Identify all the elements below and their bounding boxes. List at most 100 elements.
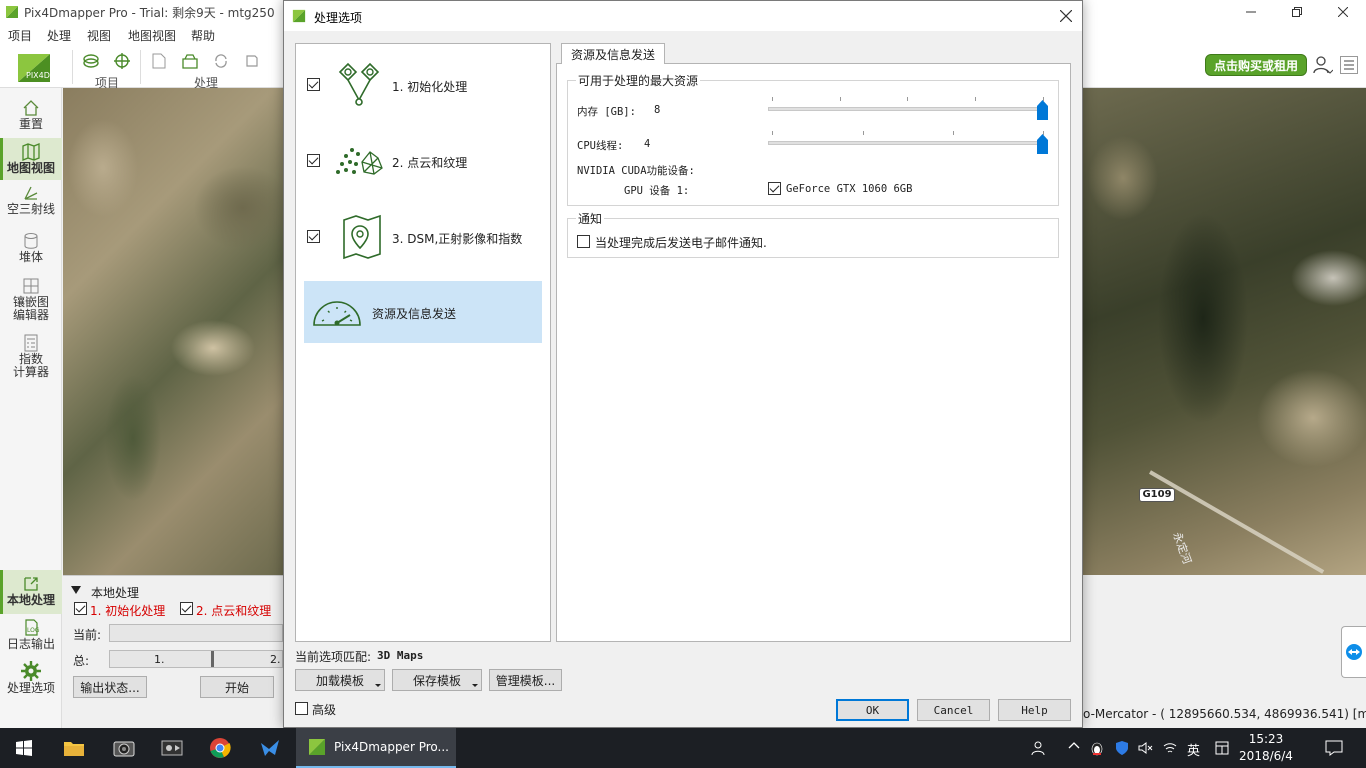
sidebar-item-label: 重置: [18, 117, 43, 131]
toolbar-process-1[interactable]: [148, 50, 170, 72]
buy-or-rent-button[interactable]: 点击购买或租用: [1205, 54, 1307, 76]
ok-button[interactable]: OK: [836, 699, 909, 721]
satellite-map-right[interactable]: [1083, 88, 1366, 575]
taskbar-camera-app[interactable]: [102, 728, 146, 768]
toolbar-process-2[interactable]: [179, 50, 201, 72]
tray-ime-language[interactable]: 英: [1187, 740, 1200, 759]
cpu-slider-thumb[interactable]: [1037, 134, 1048, 154]
email-notify-label: 当处理完成后发送电子邮件通知.: [595, 236, 767, 250]
cpu-slider[interactable]: [768, 131, 1052, 154]
tray-security[interactable]: [1114, 740, 1130, 760]
help-button[interactable]: Help: [998, 699, 1071, 721]
log-icon: LOG: [25, 619, 40, 636]
resources-group: 可用于处理的最大资源 内存 [GB]: 8 CPU线程: 4 NVIDIA CU…: [567, 72, 1059, 206]
menu-view[interactable]: 视图: [87, 27, 111, 44]
close-icon: [1060, 10, 1072, 22]
start-button[interactable]: 开始: [200, 676, 274, 698]
step2-label: 2. 点云和纹理: [196, 604, 272, 618]
sidebar-item-local-processing[interactable]: 本地处理: [0, 570, 62, 614]
step-dsm-ortho[interactable]: 3. DSM,正射影像和指数: [304, 206, 542, 268]
dialog-close-button[interactable]: [1054, 4, 1078, 28]
sidebar-item-label: 地图视图: [6, 161, 55, 175]
step3-checkbox[interactable]: [307, 230, 320, 243]
sidebar-item-index-calculator[interactable]: 指数 计算器: [0, 333, 62, 387]
load-template-button[interactable]: 加载模板: [295, 669, 385, 691]
toolbar-separator: [140, 50, 141, 84]
taskbar-file-explorer[interactable]: [52, 728, 96, 768]
app-close-button[interactable]: [1320, 0, 1366, 24]
dropdown-arrow-icon: [472, 684, 478, 687]
step2-checkbox[interactable]: [180, 602, 193, 615]
tab-resources-notifications[interactable]: 资源及信息发送: [561, 43, 665, 64]
show-hidden-icons-button[interactable]: [1068, 740, 1080, 756]
email-notify-checkbox[interactable]: [577, 235, 590, 248]
cpu-value: 4: [644, 138, 651, 150]
advanced-checkbox[interactable]: [295, 702, 308, 715]
sidebar-item-reset[interactable]: 重置: [0, 98, 62, 138]
map-pin-icon: [343, 214, 381, 260]
tray-qq[interactable]: [1089, 740, 1105, 760]
tab-content: 可用于处理的最大资源 内存 [GB]: 8 CPU线程: 4 NVIDIA CU…: [556, 63, 1071, 642]
taskbar-media-app[interactable]: [150, 728, 194, 768]
sidebar-item-map-view[interactable]: 地图视图: [0, 138, 62, 180]
taskbar-feishu-app[interactable]: [248, 728, 292, 768]
sidebar-item-rays[interactable]: 空三射线: [0, 183, 62, 223]
toolbar-target[interactable]: [111, 50, 133, 72]
sidebar-item-label: 空三射线: [6, 202, 55, 216]
taskbar-pix4d-label: Pix4Dmapper Pro...: [334, 740, 449, 754]
save-template-button[interactable]: 保存模板: [392, 669, 482, 691]
left-sidebar: 重置 地图视图 空三射线 堆体 镶嵌图 编辑器 指数 计算器 本地处理 LOG …: [0, 88, 62, 728]
menu-map-view[interactable]: 地图视图: [128, 27, 176, 44]
sidebar-item-log-output[interactable]: LOG 日志输出: [0, 618, 62, 658]
tray-network[interactable]: [1162, 740, 1178, 760]
action-center-button[interactable]: [1325, 740, 1343, 760]
total-progress-bar: 1. 2.: [109, 650, 283, 668]
menu-help[interactable]: 帮助: [191, 27, 215, 44]
people-button[interactable]: [1030, 740, 1046, 760]
step2-checkbox[interactable]: [307, 154, 320, 167]
panel-menu-button[interactable]: [1340, 56, 1358, 74]
collapse-icon[interactable]: [71, 586, 81, 594]
step1-label: 1. 初始化处理: [90, 604, 166, 618]
toolbar-process-3[interactable]: [210, 50, 232, 72]
gpu-checkbox[interactable]: [768, 182, 781, 195]
step-resources-notifications[interactable]: 资源及信息发送: [304, 281, 542, 343]
cancel-button[interactable]: Cancel: [917, 699, 990, 721]
output-status-button[interactable]: 输出状态...: [73, 676, 147, 698]
satellite-map-left[interactable]: [63, 88, 283, 575]
taskbar-chrome[interactable]: [198, 728, 242, 768]
minimize-icon: [1246, 11, 1256, 13]
export-icon: [24, 577, 38, 591]
step1-checkbox[interactable]: [307, 78, 320, 91]
step-initial-processing[interactable]: 1. 初始化处理: [304, 54, 542, 116]
taskbar-pix4d-window[interactable]: Pix4Dmapper Pro...: [296, 728, 456, 768]
toolbar-process-4[interactable]: [241, 50, 263, 72]
svg-text:PIX4D: PIX4D: [26, 71, 50, 80]
manage-template-button[interactable]: 管理模板...: [489, 669, 562, 691]
start-menu-button[interactable]: [0, 728, 48, 768]
step1-checkbox[interactable]: [74, 602, 87, 615]
system-clock[interactable]: 15:23 2018/6/4: [1236, 731, 1296, 765]
menu-process[interactable]: 处理: [47, 27, 71, 44]
menu-project[interactable]: 项目: [8, 27, 32, 44]
current-progress-bar: [109, 624, 283, 642]
coordinates-readout: o-Mercator - ( 12895660.534, 4869936.541…: [1083, 707, 1366, 721]
sidebar-item-mosaic-editor[interactable]: 镶嵌图 编辑器: [0, 276, 62, 330]
toolbar-new-project[interactable]: [80, 50, 102, 72]
sidebar-item-volumes[interactable]: 堆体: [0, 231, 62, 273]
sidebar-item-processing-options[interactable]: 处理选项: [0, 660, 62, 702]
notification-group: 通知 当处理完成后发送电子邮件通知.: [567, 210, 1059, 258]
dialog-titlebar[interactable]: 处理选项: [284, 1, 1082, 31]
tray-volume[interactable]: [1137, 740, 1153, 760]
step-point-cloud[interactable]: 2. 点云和纹理: [304, 130, 542, 192]
point-cloud-icon: [336, 148, 383, 175]
memory-slider-thumb[interactable]: [1037, 100, 1048, 120]
memory-slider[interactable]: [768, 97, 1052, 120]
restore-button[interactable]: [1274, 0, 1320, 24]
minimize-button[interactable]: [1228, 0, 1274, 24]
volume-icon: [24, 233, 38, 249]
tray-ime-mode[interactable]: [1214, 740, 1230, 760]
teamviewer-widget[interactable]: [1341, 626, 1366, 678]
refresh-icon: [215, 54, 227, 68]
user-account-button[interactable]: [1311, 54, 1334, 76]
